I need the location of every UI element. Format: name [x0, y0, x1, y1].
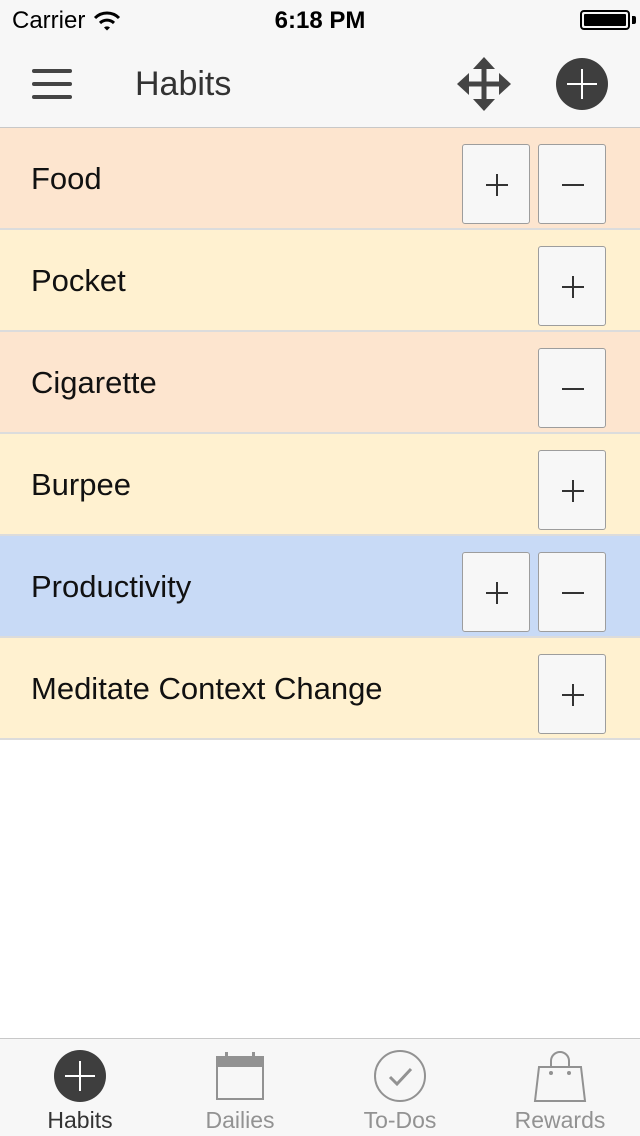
increment-button[interactable]	[462, 552, 530, 632]
increment-button[interactable]	[538, 450, 606, 530]
increment-button[interactable]	[538, 654, 606, 734]
habit-name: Pocket	[31, 263, 126, 298]
status-time: 6:18 PM	[274, 7, 366, 34]
battery-icon	[580, 10, 630, 30]
tab-label: Habits	[47, 1107, 113, 1133]
increment-button[interactable]	[538, 246, 606, 326]
status-bar: Carrier 6:18 PM	[0, 0, 640, 40]
habit-name: Meditate Context Change	[31, 671, 383, 706]
tab-todos[interactable]: To-Dos	[320, 1039, 480, 1136]
habit-row[interactable]: Food	[0, 128, 640, 230]
habit-name: Cigarette	[31, 365, 157, 400]
tab-rewards[interactable]: Rewards	[480, 1039, 640, 1136]
add-circle-icon[interactable]	[556, 58, 608, 110]
decrement-button[interactable]	[538, 552, 606, 632]
tab-label: To-Dos	[363, 1107, 437, 1133]
decrement-button[interactable]	[538, 144, 606, 224]
increment-button[interactable]	[462, 144, 530, 224]
tab-label: Dailies	[205, 1107, 275, 1133]
habit-row[interactable]: Burpee	[0, 434, 640, 536]
nav-bar: Habits	[0, 40, 640, 128]
tab-bar: Habits Dailies To-Dos Rewards	[0, 1038, 640, 1136]
habit-name: Productivity	[31, 569, 192, 604]
habit-row[interactable]: Meditate Context Change	[0, 638, 640, 740]
add-circle-icon	[54, 1050, 106, 1102]
checkmark-circle-icon	[374, 1050, 426, 1102]
habit-row[interactable]: Pocket	[0, 230, 640, 332]
tab-habits[interactable]: Habits	[0, 1039, 160, 1136]
move-arrows-icon[interactable]	[456, 56, 512, 112]
habit-name: Food	[31, 161, 102, 196]
battery-tip	[632, 16, 636, 24]
habit-name: Burpee	[31, 467, 131, 502]
habit-row[interactable]: Cigarette	[0, 332, 640, 434]
shopping-bag-icon	[533, 1051, 587, 1102]
habit-row[interactable]: Productivity	[0, 536, 640, 638]
hamburger-icon[interactable]	[32, 69, 72, 99]
calendar-icon	[216, 1052, 264, 1100]
decrement-button[interactable]	[538, 348, 606, 428]
page-title: Habits	[135, 65, 232, 103]
tab-label: Rewards	[514, 1107, 606, 1133]
habit-list: Food Pocket Cigarette Burpee Productivity Med…	[0, 128, 640, 740]
tab-dailies[interactable]: Dailies	[160, 1039, 320, 1136]
